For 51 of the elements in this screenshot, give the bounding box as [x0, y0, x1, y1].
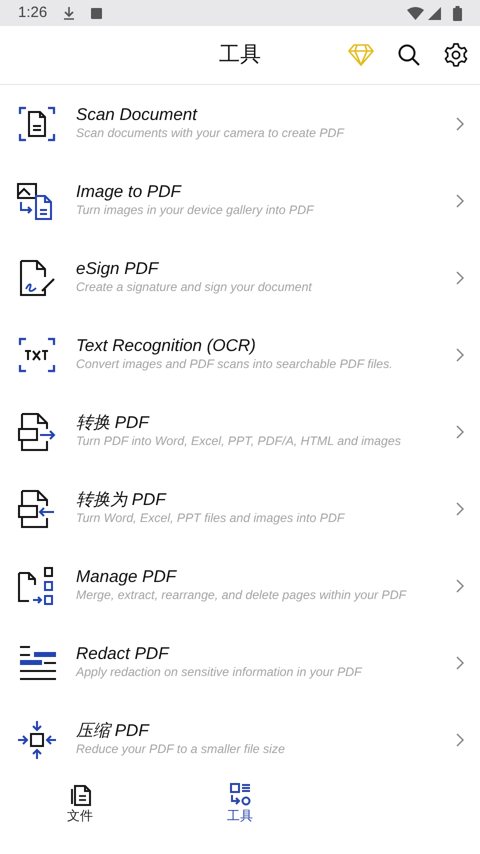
- tool-title: Manage PDF: [76, 567, 178, 588]
- tool-title: Image to PDF: [76, 182, 183, 203]
- search-icon[interactable]: [398, 44, 420, 66]
- chevron-right-icon: [456, 502, 464, 516]
- screen-title: 工具: [219, 42, 261, 68]
- bottom-nav-tab[interactable]: 文件: [45, 782, 115, 844]
- chevron-right-icon: [456, 732, 464, 746]
- tool-description: Merge, extract, rearrange, and delete pages within your PDF: [76, 588, 408, 604]
- battery-icon: [453, 6, 462, 20]
- tool-description: Reduce your PDF to a smaller file size: [76, 742, 286, 758]
- tool-description: Create a signature and sign your document: [76, 280, 314, 296]
- signal-icon: [428, 6, 441, 20]
- chevron-right-icon: [456, 116, 464, 130]
- tool-title: Scan Document: [76, 105, 198, 126]
- tool-description: Turn Word, Excel, PPT files and images into PDF: [76, 510, 346, 527]
- export-document-icon: [16, 410, 58, 452]
- tool-row[interactable]: 压缩 PDF Reduce your PDF to a smaller file size: [0, 701, 480, 778]
- chevron-right-icon: [456, 578, 464, 592]
- tool-row[interactable]: 转换为 PDF Turn Word, Excel, PPT files and images into PDF: [0, 470, 480, 547]
- chevron-right-icon: [456, 348, 464, 362]
- tool-title: 压缩 PDF: [76, 721, 150, 742]
- tool-row[interactable]: Manage PDF Merge, extract, rearrange, and delete pages within your PDF: [0, 547, 480, 624]
- tool-row[interactable]: 转换 PDF Turn PDF into Word, Excel, PPT, PDF/A, HTML and images: [0, 393, 480, 470]
- tool-description: Convert images and PDF scans into searchable PDF files.: [76, 356, 394, 373]
- chevron-right-icon: [456, 656, 464, 670]
- tool-title: 转换 PDF: [76, 413, 150, 434]
- tool-title: 转换为 PDF: [76, 490, 168, 511]
- tool-row[interactable]: eSign PDF Create a signature and sign your document: [0, 239, 480, 316]
- wifi-icon: [407, 6, 424, 20]
- tool-title: Redact PDF: [76, 644, 170, 665]
- tool-row[interactable]: Scan Document Scan documents with your camera to create PDF: [0, 85, 480, 162]
- tool-row[interactable]: Text Recognition (OCR) Convert images and PDF scans into searchable PDF files.: [0, 316, 480, 393]
- chevron-right-icon: [456, 424, 464, 438]
- chevron-right-icon: [456, 270, 464, 284]
- tool-description: Turn images in your device gallery into PDF: [76, 202, 316, 219]
- chevron-right-icon: [456, 194, 464, 208]
- tool-title: eSign PDF: [76, 259, 160, 280]
- tool-title: Text Recognition (OCR): [76, 336, 257, 357]
- notification-icon: [91, 8, 102, 18]
- download-icon: [63, 6, 76, 20]
- status-time: 1:26: [18, 2, 48, 23]
- tools-icon: [229, 782, 251, 806]
- documents-icon: [69, 782, 91, 806]
- tool-row[interactable]: Image to PDF Turn images in your device gallery into PDF: [0, 162, 480, 239]
- tool-description: Apply redaction on sensitive information in your PDF: [76, 664, 364, 681]
- bottom-nav-tab[interactable]: 工具: [205, 782, 275, 844]
- tool-row[interactable]: Redact PDF Apply redaction on sensitive information in your PDF: [0, 624, 480, 701]
- settings-icon[interactable]: [444, 43, 468, 67]
- compress-icon: [16, 718, 58, 760]
- tool-description: Turn PDF into Word, Excel, PPT, PDF/A, HTML and images: [76, 434, 402, 450]
- tool-description: Scan documents with your camera to create PDF: [76, 126, 346, 142]
